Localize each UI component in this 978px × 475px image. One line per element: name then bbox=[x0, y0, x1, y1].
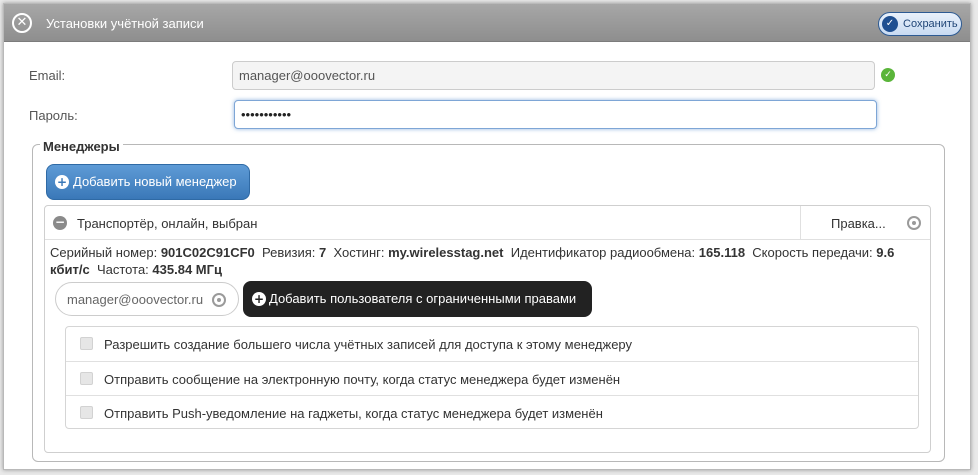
manager-header: − Транспортёр, онлайн, выбран Правка... bbox=[45, 206, 930, 240]
add-user-label: Добавить пользователя с ограниченными пр… bbox=[269, 291, 577, 306]
plus-icon: + bbox=[252, 292, 266, 306]
email-field[interactable]: manager@ooovector.ru bbox=[232, 61, 875, 90]
add-manager-label: Добавить новый менеджер bbox=[73, 174, 237, 189]
manager-info: Серийный номер: 901C02C91CF0 Ревизия: 7 … bbox=[50, 244, 930, 278]
option-label: Разрешить создание большего числа учётны… bbox=[104, 337, 633, 352]
dialog-titlebar: ✕ Установки учётной записи ✓ Сохранить bbox=[4, 4, 970, 42]
add-restricted-user-button[interactable]: + Добавить пользователя с ограниченными … bbox=[243, 281, 592, 317]
gear-icon[interactable] bbox=[212, 293, 226, 307]
valid-check-icon: ✓ bbox=[881, 68, 895, 82]
option-checkbox[interactable] bbox=[80, 337, 93, 350]
option-checkbox[interactable] bbox=[80, 372, 93, 385]
speed-label: Скорость передачи: bbox=[752, 245, 873, 260]
edit-label: Правка... bbox=[831, 216, 886, 231]
save-button-label: Сохранить bbox=[903, 18, 958, 30]
gear-icon bbox=[907, 216, 921, 230]
manager-panel: − Транспортёр, онлайн, выбран Правка... … bbox=[44, 205, 931, 453]
save-button[interactable]: ✓ Сохранить bbox=[878, 12, 962, 36]
radio-id-label: Идентификатор радиообмена: bbox=[510, 245, 696, 260]
radio-id-value: 165.118 bbox=[698, 245, 746, 260]
option-checkbox[interactable] bbox=[80, 406, 93, 419]
revision-label: Ревизия: bbox=[262, 245, 316, 260]
add-manager-button[interactable]: + Добавить новый менеджер bbox=[46, 164, 250, 200]
option-row: Отправить сообщение на электронную почту… bbox=[66, 361, 918, 395]
options-list: Разрешить создание большего числа учётны… bbox=[65, 326, 919, 429]
user-chip[interactable]: manager@ooovector.ru bbox=[55, 282, 239, 316]
check-icon: ✓ bbox=[882, 16, 898, 32]
managers-legend: Менеджеры bbox=[40, 139, 123, 154]
hosting-label: Хостинг: bbox=[333, 245, 385, 260]
revision-value: 7 bbox=[319, 245, 327, 260]
option-row: Отправить Push-уведомление на гаджеты, к… bbox=[66, 395, 918, 429]
frequency-value: 435.84 МГц bbox=[152, 262, 222, 277]
close-icon[interactable]: ✕ bbox=[12, 13, 32, 33]
email-label: Email: bbox=[29, 68, 66, 83]
option-row: Разрешить создание большего числа учётны… bbox=[66, 327, 918, 361]
hosting-value: my.wirelesstag.net bbox=[388, 245, 504, 260]
account-settings-dialog: ✕ Установки учётной записи ✓ Сохранить E… bbox=[3, 3, 971, 470]
option-label: Отправить Push-уведомление на гаджеты, к… bbox=[104, 406, 603, 421]
frequency-label: Частота: bbox=[96, 262, 149, 277]
password-field[interactable]: ••••••••••• bbox=[234, 100, 877, 129]
edit-manager-button[interactable]: Правка... bbox=[800, 206, 930, 239]
collapse-icon[interactable]: − bbox=[53, 216, 67, 230]
option-label: Отправить сообщение на электронную почту… bbox=[104, 372, 621, 387]
plus-icon: + bbox=[55, 175, 69, 189]
user-email: manager@ooovector.ru bbox=[67, 292, 204, 307]
manager-name: Транспортёр, онлайн, выбран bbox=[77, 216, 258, 231]
dialog-title: Установки учётной записи bbox=[46, 16, 204, 31]
serial-label: Серийный номер: bbox=[50, 245, 158, 260]
serial-value: 901C02C91CF0 bbox=[160, 245, 255, 260]
password-label: Пароль: bbox=[29, 108, 78, 123]
